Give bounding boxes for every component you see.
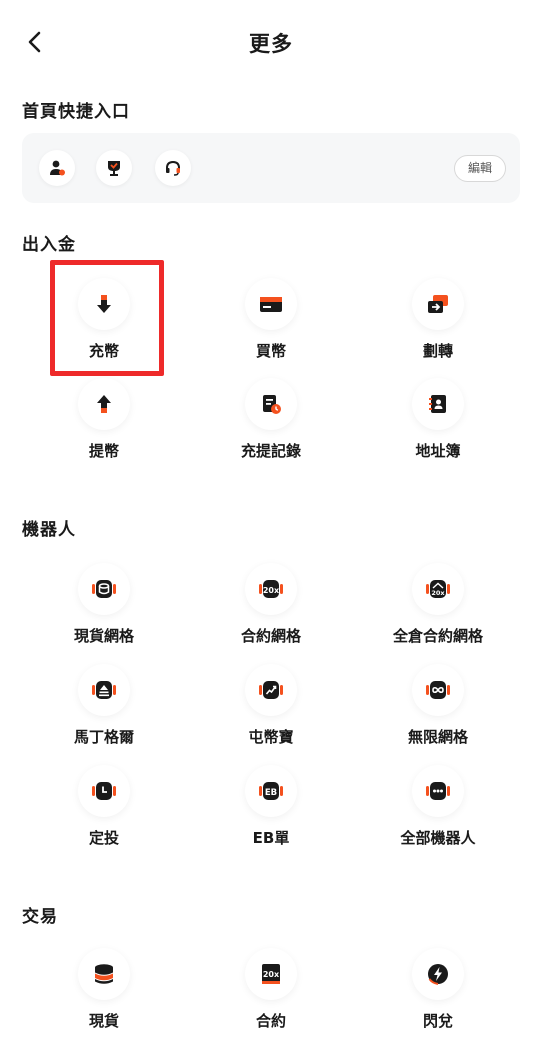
futures-grid-label: 合約網格: [240, 627, 301, 645]
cross-grid-icon: 20x: [412, 563, 464, 615]
quick-entry-box: 編輯: [22, 133, 520, 203]
hodl-item[interactable]: 屯幣寶: [191, 664, 351, 747]
martingale-item[interactable]: 馬丁格爾: [24, 664, 184, 747]
spot-grid-label: 現貨網格: [73, 627, 134, 645]
convert-item[interactable]: 閃兌: [358, 948, 518, 1031]
all-bots-label: 全部機器人: [400, 829, 476, 847]
martingale-icon: [78, 664, 130, 716]
withdraw-label: 提幣: [88, 442, 119, 460]
infinity-grid-item[interactable]: 無限網格: [358, 664, 518, 747]
address-book-item[interactable]: 地址簿: [358, 378, 518, 461]
highlight-box: [50, 260, 164, 376]
dca-item[interactable]: 定投: [24, 765, 184, 848]
futures-grid-item[interactable]: 20x 合約網格: [191, 563, 351, 646]
section-title-trade: 交易: [22, 907, 58, 927]
spot-label: 現貨: [88, 1012, 119, 1030]
arrow-up-icon: [78, 378, 130, 430]
spot-grid-icon: [78, 563, 130, 615]
dca-clock-icon: [78, 765, 130, 817]
transfer-item[interactable]: 劃轉: [358, 278, 518, 361]
card-icon: [245, 278, 297, 330]
buy-crypto-label: 買幣: [255, 342, 286, 360]
convert-label: 閃兌: [422, 1012, 453, 1030]
spot-grid-item[interactable]: 現貨網格: [24, 563, 184, 646]
hodl-label: 屯幣寶: [248, 728, 294, 746]
transfer-label: 劃轉: [422, 342, 453, 360]
record-icon: [245, 378, 297, 430]
svg-text:20x: 20x: [263, 970, 280, 979]
address-book-icon: [412, 378, 464, 430]
cross-grid-item[interactable]: 20x 全倉合約網格: [358, 563, 518, 646]
header: 更多: [0, 0, 542, 84]
address-book-label: 地址簿: [415, 442, 461, 460]
withdraw-item[interactable]: 提幣: [24, 378, 184, 461]
martingale-label: 馬丁格爾: [73, 728, 134, 746]
hodl-icon: [245, 664, 297, 716]
user-add-icon[interactable]: [39, 150, 75, 186]
records-item[interactable]: 充提記錄: [191, 378, 351, 461]
section-title-bots: 機器人: [22, 520, 76, 540]
futures-icon: 20x: [245, 948, 297, 1000]
page-title: 更多: [249, 32, 293, 56]
svg-text:20x: 20x: [431, 589, 445, 597]
section-title-quick-entry: 首頁快捷入口: [22, 102, 130, 122]
svg-text:EB: EB: [265, 788, 277, 798]
buy-crypto-item[interactable]: 買幣: [191, 278, 351, 361]
lightning-icon: [412, 948, 464, 1000]
svg-text:20x: 20x: [263, 586, 280, 595]
transfer-icon: [412, 278, 464, 330]
more-dots-icon: [412, 765, 464, 817]
section-title-deposit: 出入金: [22, 235, 76, 255]
futures-item[interactable]: 20x 合約: [191, 948, 351, 1031]
eb-order-icon: EB: [245, 765, 297, 817]
infinity-grid-label: 無限網格: [407, 728, 468, 746]
futures-label: 合約: [255, 1012, 286, 1030]
coins-icon: [78, 948, 130, 1000]
all-bots-item[interactable]: 全部機器人: [358, 765, 518, 848]
trophy-icon[interactable]: [96, 150, 132, 186]
headset-icon[interactable]: [155, 150, 191, 186]
spot-item[interactable]: 現貨: [24, 948, 184, 1031]
futures-grid-icon: 20x: [245, 563, 297, 615]
dca-label: 定投: [88, 829, 119, 847]
infinity-grid-icon: [412, 664, 464, 716]
records-label: 充提記錄: [240, 442, 301, 460]
edit-button[interactable]: 編輯: [454, 155, 506, 182]
cross-grid-label: 全倉合約網格: [392, 627, 483, 645]
eb-order-item[interactable]: EB EB單: [191, 765, 351, 848]
eb-order-label: EB單: [252, 829, 290, 847]
